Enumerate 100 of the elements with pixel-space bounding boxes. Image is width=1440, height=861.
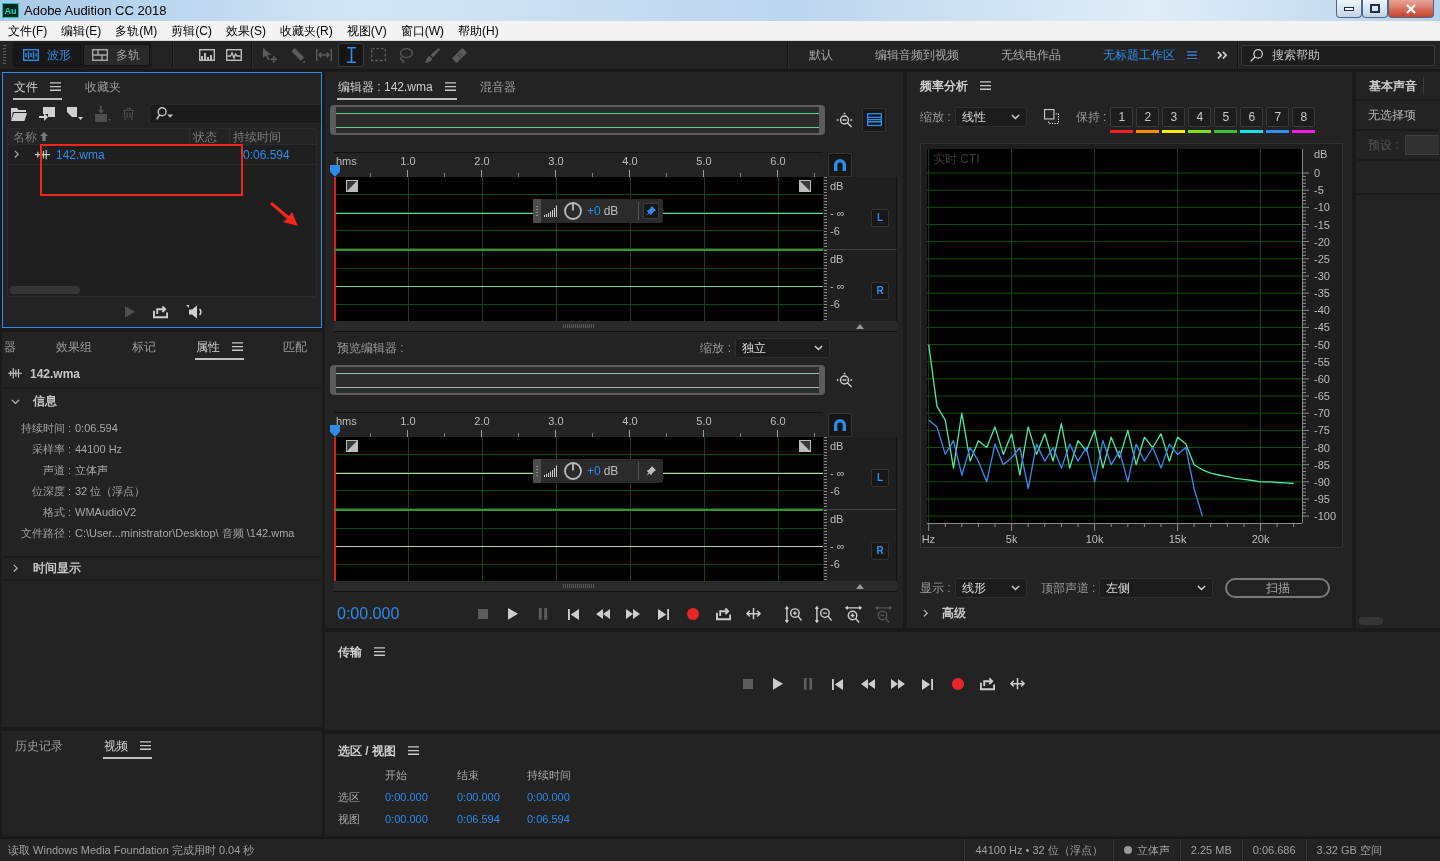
- hold-button[interactable]: 5: [1214, 107, 1238, 127]
- channel-button[interactable]: L: [871, 208, 889, 227]
- waveform-button[interactable]: 波形: [14, 44, 81, 66]
- panel-tab[interactable]: 混音器: [478, 80, 517, 100]
- column-header[interactable]: 持续时间: [233, 130, 281, 143]
- zoom-in-icon[interactable]: [784, 605, 802, 623]
- search-input[interactable]: 搜索帮助: [1272, 47, 1426, 63]
- rewind-icon[interactable]: [596, 609, 610, 619]
- play-icon[interactable]: [772, 678, 783, 690]
- pin-button[interactable]: [643, 203, 660, 219]
- loop-icon[interactable]: [152, 305, 168, 319]
- display-dropdown[interactable]: 线形: [954, 578, 1027, 598]
- panel-tab[interactable]: 效果组: [55, 340, 93, 360]
- file-name[interactable]: 142.wma: [56, 147, 105, 162]
- drag-grip-icon[interactable]: [533, 199, 541, 223]
- toolbar-grip[interactable]: [3, 45, 6, 65]
- hold-button[interactable]: 6: [1240, 107, 1264, 127]
- loop-icon[interactable]: [715, 607, 731, 621]
- hold-button[interactable]: 4: [1188, 107, 1212, 127]
- overlap-squares-icon[interactable]: [1043, 109, 1059, 124]
- zoom-navigator[interactable]: [330, 365, 825, 395]
- fade-in-icon[interactable]: [346, 180, 358, 192]
- menu-icon[interactable]: [980, 81, 991, 91]
- menu-icon[interactable]: [408, 746, 419, 756]
- section-header[interactable]: 信息: [3, 389, 321, 414]
- record-icon[interactable]: [951, 678, 964, 690]
- section-header[interactable]: 时间显示: [3, 556, 321, 581]
- menu-item[interactable]: 帮助(H): [451, 21, 506, 40]
- horizontal-scrollbar[interactable]: [334, 581, 897, 591]
- zoom-dropdown[interactable]: 独立: [735, 338, 830, 358]
- hold-button[interactable]: 2: [1136, 107, 1160, 127]
- search-field[interactable]: 搜索帮助: [1241, 44, 1435, 66]
- channel-button[interactable]: L: [871, 468, 889, 487]
- search-field[interactable]: [149, 104, 321, 124]
- minimize-button[interactable]: [1336, 0, 1362, 18]
- menu-item[interactable]: 视图(V): [339, 21, 394, 40]
- playhead-icon[interactable]: [330, 425, 340, 437]
- menu-icon[interactable]: [374, 647, 385, 657]
- fade-in-icon[interactable]: [346, 440, 358, 452]
- snap-button[interactable]: [828, 412, 852, 437]
- skip-selection-icon[interactable]: [1010, 678, 1025, 690]
- fast-forward-icon[interactable]: [626, 609, 640, 619]
- panel-tab[interactable]: 标记: [131, 340, 157, 360]
- menu-item[interactable]: 多轨(M): [108, 21, 165, 40]
- drag-grip-icon[interactable]: [533, 459, 541, 483]
- zoom-out-icon[interactable]: [814, 605, 832, 623]
- menu-item[interactable]: 编辑(E): [54, 21, 109, 40]
- caret-up-icon[interactable]: [856, 323, 864, 329]
- workspace-tab[interactable]: 无标题工作区: [1082, 41, 1187, 69]
- channel-button[interactable]: R: [871, 541, 889, 560]
- skip-forward-icon[interactable]: [657, 608, 669, 620]
- section-header[interactable]: 高级: [920, 604, 1351, 622]
- play-icon[interactable]: [508, 608, 518, 620]
- import-icon[interactable]: [39, 107, 55, 121]
- hold-button[interactable]: 7: [1266, 107, 1290, 127]
- new-file-icon[interactable]: [67, 107, 83, 121]
- folder-icon[interactable]: [11, 107, 27, 121]
- playhead-icon[interactable]: [330, 165, 340, 177]
- chevron-right-icon[interactable]: [14, 150, 19, 159]
- zoom-in-icon[interactable]: [844, 605, 862, 623]
- panel-tab[interactable]: 匹配: [282, 340, 308, 360]
- scan-button[interactable]: 扫描: [1225, 578, 1331, 598]
- time-ruler[interactable]: hms 1.0 2.0 3.0 4.0 5.0 6.0: [330, 152, 823, 177]
- rewind-icon[interactable]: [860, 679, 875, 689]
- menu-item[interactable]: 文件(F): [1, 21, 55, 40]
- time-value[interactable]: 0:00.000: [527, 791, 607, 803]
- speaker-icon[interactable]: [185, 305, 204, 319]
- fade-out-icon[interactable]: [799, 440, 811, 452]
- time-ruler[interactable]: hms 1.0 2.0 3.0 4.0 5.0 6.0: [330, 412, 823, 437]
- column-header[interactable]: 名称: [13, 130, 48, 143]
- hold-button[interactable]: 1: [1110, 107, 1134, 127]
- workspace-tab[interactable]: 默认: [788, 41, 854, 69]
- skip-selection-icon[interactable]: [745, 608, 761, 620]
- close-button[interactable]: [1388, 0, 1434, 18]
- time-value[interactable]: 0:06.594: [527, 813, 607, 825]
- skip-back-icon[interactable]: [567, 608, 579, 620]
- loop-icon[interactable]: [980, 677, 995, 691]
- column-header[interactable]: 状态: [193, 130, 217, 143]
- menu-item[interactable]: 收藏夹(R): [273, 21, 340, 40]
- time-value[interactable]: 0:00.000: [457, 791, 527, 803]
- scale-dropdown[interactable]: 线性: [954, 107, 1027, 127]
- horizontal-scrollbar[interactable]: [334, 321, 897, 331]
- panel-tab[interactable]: 收藏夹: [84, 80, 122, 100]
- channel-dropdown[interactable]: 左侧: [1099, 578, 1214, 598]
- view-toggle-button[interactable]: [862, 108, 886, 132]
- panel-tab[interactable]: 属性: [195, 340, 244, 360]
- record-icon[interactable]: [687, 608, 699, 620]
- zoom-navigator[interactable]: [330, 105, 825, 135]
- workspace-tab[interactable]: 编辑音频到视频: [854, 41, 980, 69]
- menu-item[interactable]: 剪辑(C): [164, 21, 219, 40]
- knob-icon[interactable]: [564, 462, 582, 480]
- panel-tab[interactable]: 编辑器 : 142.wma: [337, 80, 457, 100]
- channel-button[interactable]: R: [871, 281, 889, 300]
- time-value[interactable]: 0:00.000: [385, 813, 457, 825]
- panel-tab[interactable]: 视频: [103, 739, 152, 759]
- workspace-tab[interactable]: 无线电作品: [980, 41, 1082, 69]
- caret-up-icon[interactable]: [856, 583, 864, 589]
- knob-icon[interactable]: [564, 202, 582, 220]
- fade-out-icon[interactable]: [799, 180, 811, 192]
- maximize-button[interactable]: [1362, 0, 1388, 18]
